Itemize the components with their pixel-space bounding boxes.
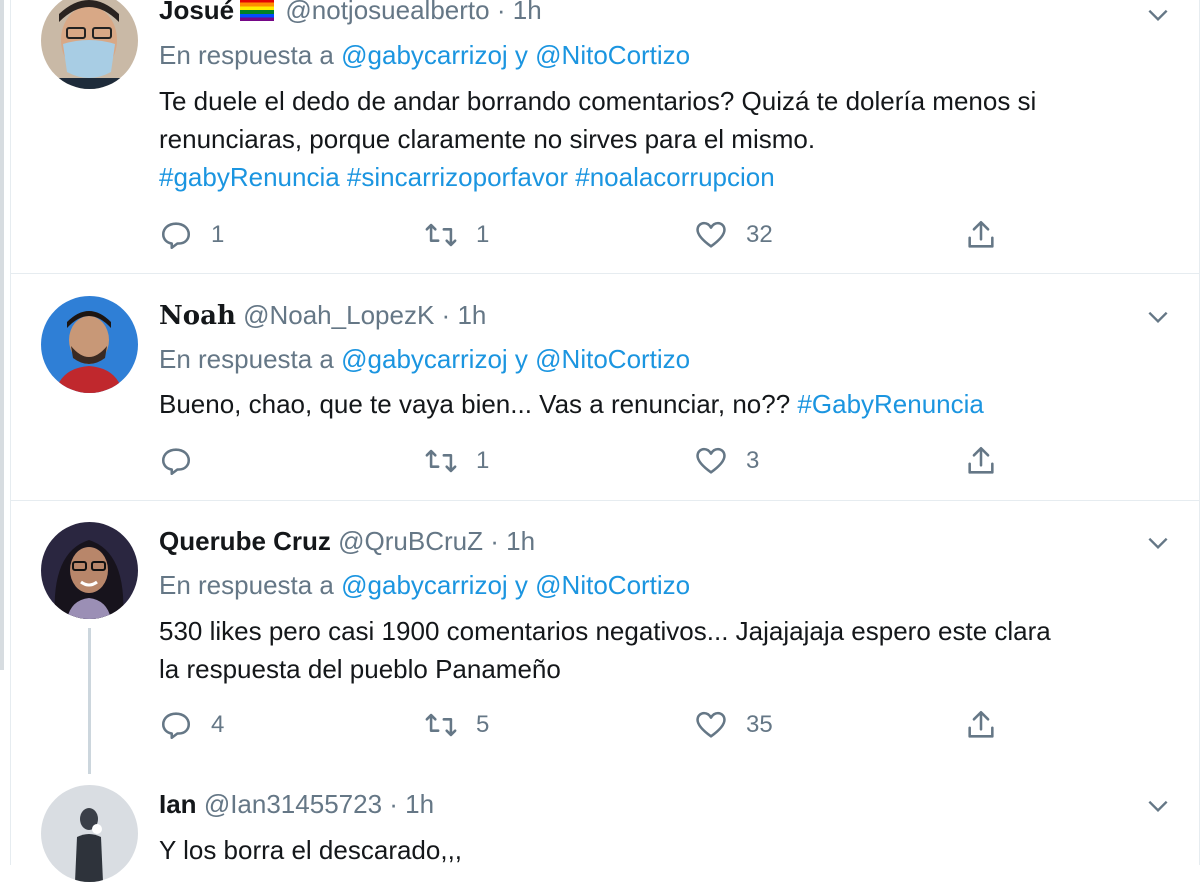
heart-icon: [696, 711, 726, 738]
reply-context: En respuesta a @gabycarrizoj y @NitoCort…: [159, 40, 691, 70]
user-handle[interactable]: @notjosuealberto: [285, 0, 489, 25]
thread-connector: [88, 628, 91, 774]
dot-separator: ·: [441, 300, 451, 330]
retweet-icon: [425, 713, 457, 737]
timestamp[interactable]: 1h: [506, 526, 535, 556]
reply-button[interactable]: 1: [159, 215, 224, 255]
hashtags[interactable]: #gabyRenuncia #sincarrizoporfavor #noala…: [159, 158, 1169, 196]
reply-icon: [161, 448, 191, 476]
chevron-down-icon[interactable]: [1145, 304, 1171, 330]
avatar[interactable]: [41, 0, 138, 89]
tweet-actions: 1 1 32: [159, 215, 1039, 255]
retweet-icon: [425, 449, 457, 473]
mention-link[interactable]: @NitoCortizo: [535, 40, 690, 70]
like-count: 32: [746, 221, 773, 248]
hashtag-link[interactable]: #GabyRenuncia: [797, 389, 983, 419]
timestamp[interactable]: 1h: [405, 789, 434, 819]
reply-icon: [161, 222, 191, 250]
chevron-down-icon[interactable]: [1145, 2, 1171, 28]
share-icon: [968, 710, 994, 738]
heart-icon: [696, 447, 726, 474]
scrollbar-track[interactable]: [0, 0, 4, 670]
dot-separator: ·: [389, 789, 398, 819]
reply-button[interactable]: 4: [159, 705, 224, 745]
share-icon: [968, 446, 994, 474]
user-handle[interactable]: @QruBCruZ: [338, 526, 483, 556]
tweet-actions: 4 5 35: [159, 705, 1039, 745]
retweet-button[interactable]: 5: [424, 705, 489, 745]
tweet-text: Te duele el dedo de andar borrando comen…: [159, 82, 1169, 196]
user-handle[interactable]: @Noah_LopezK: [243, 300, 434, 330]
share-icon: [968, 220, 994, 248]
retweet-count: 1: [476, 221, 490, 248]
reply-icon: [161, 712, 191, 740]
retweet-button[interactable]: 1: [424, 441, 489, 481]
tweet-text: 530 likes pero casi 1900 comentarios neg…: [159, 616, 1051, 684]
reply-count: 4: [211, 711, 225, 738]
mention-link[interactable]: @NitoCortizo: [535, 570, 690, 600]
mention-link[interactable]: @gabycarrizoj: [341, 40, 508, 70]
like-button[interactable]: 32: [694, 215, 773, 255]
avatar[interactable]: [41, 296, 138, 393]
tweet-header: 𝐍𝐨𝐚𝐡 @Noah_LopezK · 1h: [159, 300, 486, 331]
chevron-down-icon[interactable]: [1145, 530, 1171, 556]
tweet-timeline: Josué @notjosuealberto · 1h En respuesta…: [10, 0, 1200, 882]
tweet-text: Bueno, chao, que te vaya bien... Vas a r…: [159, 389, 984, 419]
like-count: 3: [746, 447, 760, 474]
share-button[interactable]: [964, 215, 998, 255]
display-name[interactable]: Josué: [159, 0, 234, 25]
tweet-header: Ian @Ian31455723 · 1h: [159, 789, 434, 820]
tweet[interactable]: Querube Cruz @QruBCruZ · 1h En respuesta…: [11, 501, 1199, 882]
like-count: 35: [746, 711, 773, 738]
mention-link[interactable]: @NitoCortizo: [535, 344, 690, 374]
rainbow-flag-icon: [240, 0, 275, 21]
chevron-down-icon[interactable]: [1145, 793, 1171, 819]
timestamp[interactable]: 1h: [457, 300, 486, 330]
retweet-button[interactable]: 1: [424, 215, 489, 255]
like-button[interactable]: 35: [694, 705, 773, 745]
retweet-count: 1: [476, 447, 490, 474]
dot-separator: ·: [490, 526, 499, 556]
user-handle[interactable]: @Ian31455723: [204, 789, 382, 819]
mention-link[interactable]: @gabycarrizoj: [341, 570, 508, 600]
tweet-header: Josué @notjosuealberto · 1h: [159, 0, 542, 26]
share-button[interactable]: [964, 441, 998, 481]
timestamp[interactable]: 1h: [513, 0, 542, 25]
display-name[interactable]: Querube Cruz: [159, 526, 331, 556]
avatar[interactable]: [41, 785, 138, 882]
display-name[interactable]: Ian: [159, 789, 197, 819]
display-name[interactable]: 𝐍𝐨𝐚𝐡: [159, 301, 236, 331]
avatar[interactable]: [41, 522, 138, 619]
share-button[interactable]: [964, 705, 998, 745]
reply-button[interactable]: [159, 441, 211, 481]
tweet-header: Querube Cruz @QruBCruZ · 1h: [159, 526, 535, 557]
heart-icon: [696, 221, 726, 248]
mention-link[interactable]: @gabycarrizoj: [341, 344, 508, 374]
retweet-icon: [425, 223, 457, 247]
reply-count: 1: [211, 221, 225, 248]
tweet-actions: 1 3: [159, 441, 1039, 481]
dot-separator: ·: [496, 0, 506, 25]
tweet[interactable]: 𝐍𝐨𝐚𝐡 @Noah_LopezK · 1h En respuesta a @g…: [11, 274, 1199, 501]
reply-context: En respuesta a @gabycarrizoj y @NitoCort…: [159, 570, 691, 600]
reply-context: En respuesta a @gabycarrizoj y @NitoCort…: [159, 344, 691, 374]
retweet-count: 5: [476, 711, 490, 738]
tweet[interactable]: Josué @notjosuealberto · 1h En respuesta…: [11, 0, 1199, 274]
tweet-text: Y los borra el descarado,,,: [159, 835, 463, 865]
like-button[interactable]: 3: [694, 441, 759, 481]
